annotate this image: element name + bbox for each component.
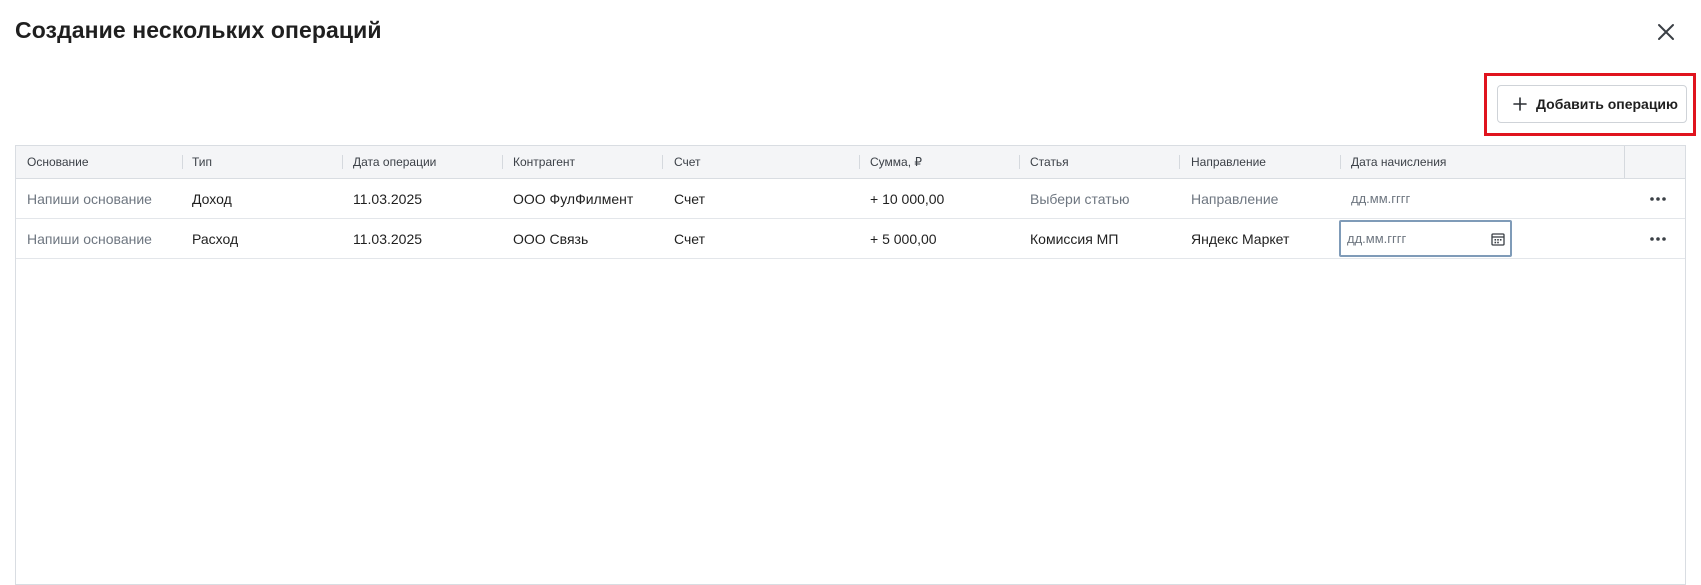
article-cell[interactable]: Выбери статью	[1030, 179, 1129, 219]
close-icon	[1658, 24, 1674, 40]
column-header-operation-date[interactable]: Дата операции	[353, 146, 436, 178]
column-divider	[1019, 155, 1020, 169]
operation-date-cell[interactable]: 11.03.2025	[353, 219, 422, 259]
operations-table: Основание Тип Дата операции Контрагент С…	[15, 145, 1686, 585]
column-header-account[interactable]: Счет	[674, 146, 701, 178]
column-header-amount[interactable]: Сумма, ₽	[870, 146, 922, 178]
direction-cell[interactable]: Яндекс Маркет	[1191, 219, 1289, 259]
column-header-direction[interactable]: Направление	[1191, 146, 1266, 178]
account-cell[interactable]: Счет	[674, 179, 705, 219]
accrual-date-cell[interactable]: дд.мм.гггг	[1351, 179, 1410, 219]
type-cell[interactable]: Доход	[192, 179, 232, 219]
account-cell[interactable]: Счет	[674, 219, 705, 259]
column-divider	[342, 155, 343, 169]
plus-icon	[1513, 97, 1527, 111]
table-header: Основание Тип Дата операции Контрагент С…	[16, 146, 1685, 179]
article-cell[interactable]: Комиссия МП	[1030, 219, 1118, 259]
page-title: Создание нескольких операций	[15, 17, 382, 43]
column-header-type[interactable]: Тип	[192, 146, 212, 178]
amount-cell[interactable]: + 10 000,00	[870, 179, 944, 219]
type-cell[interactable]: Расход	[192, 219, 238, 259]
operation-date-cell[interactable]: 11.03.2025	[353, 179, 422, 219]
column-header-article[interactable]: Статья	[1030, 146, 1069, 178]
column-divider	[662, 155, 663, 169]
add-operation-label: Добавить операцию	[1536, 96, 1678, 112]
basis-cell[interactable]: Напиши основание	[27, 179, 152, 219]
direction-cell[interactable]: Направление	[1191, 179, 1278, 219]
column-divider	[1624, 146, 1625, 178]
column-header-counterparty[interactable]: Контрагент	[513, 146, 575, 178]
column-header-accrual-date[interactable]: Дата начисления	[1351, 146, 1446, 178]
calendar-icon[interactable]	[1490, 231, 1506, 247]
column-divider	[182, 155, 183, 169]
accrual-date-placeholder: дд.мм.гггг	[1347, 231, 1407, 246]
column-divider	[1340, 155, 1341, 169]
add-operation-button[interactable]: Добавить операцию	[1497, 85, 1687, 123]
column-divider	[859, 155, 860, 169]
basis-cell[interactable]: Напиши основание	[27, 219, 152, 259]
amount-cell[interactable]: + 5 000,00	[870, 219, 937, 259]
close-button[interactable]	[1654, 20, 1678, 44]
counterparty-cell[interactable]: ООО ФулФилмент	[513, 179, 633, 219]
column-divider	[1179, 155, 1180, 169]
column-divider	[502, 155, 503, 169]
row-actions-button[interactable]	[1646, 229, 1670, 249]
column-header-basis[interactable]: Основание	[27, 146, 89, 178]
accrual-date-input[interactable]: дд.мм.гггг	[1339, 220, 1512, 257]
row-actions-button[interactable]	[1646, 189, 1670, 209]
table-row: Напиши основание Расход 11.03.2025 ООО С…	[16, 219, 1685, 259]
counterparty-cell[interactable]: ООО Связь	[513, 219, 588, 259]
more-horizontal-icon	[1650, 237, 1666, 241]
table-row: Напиши основание Доход 11.03.2025 ООО Фу…	[16, 179, 1685, 219]
more-horizontal-icon	[1650, 197, 1666, 201]
